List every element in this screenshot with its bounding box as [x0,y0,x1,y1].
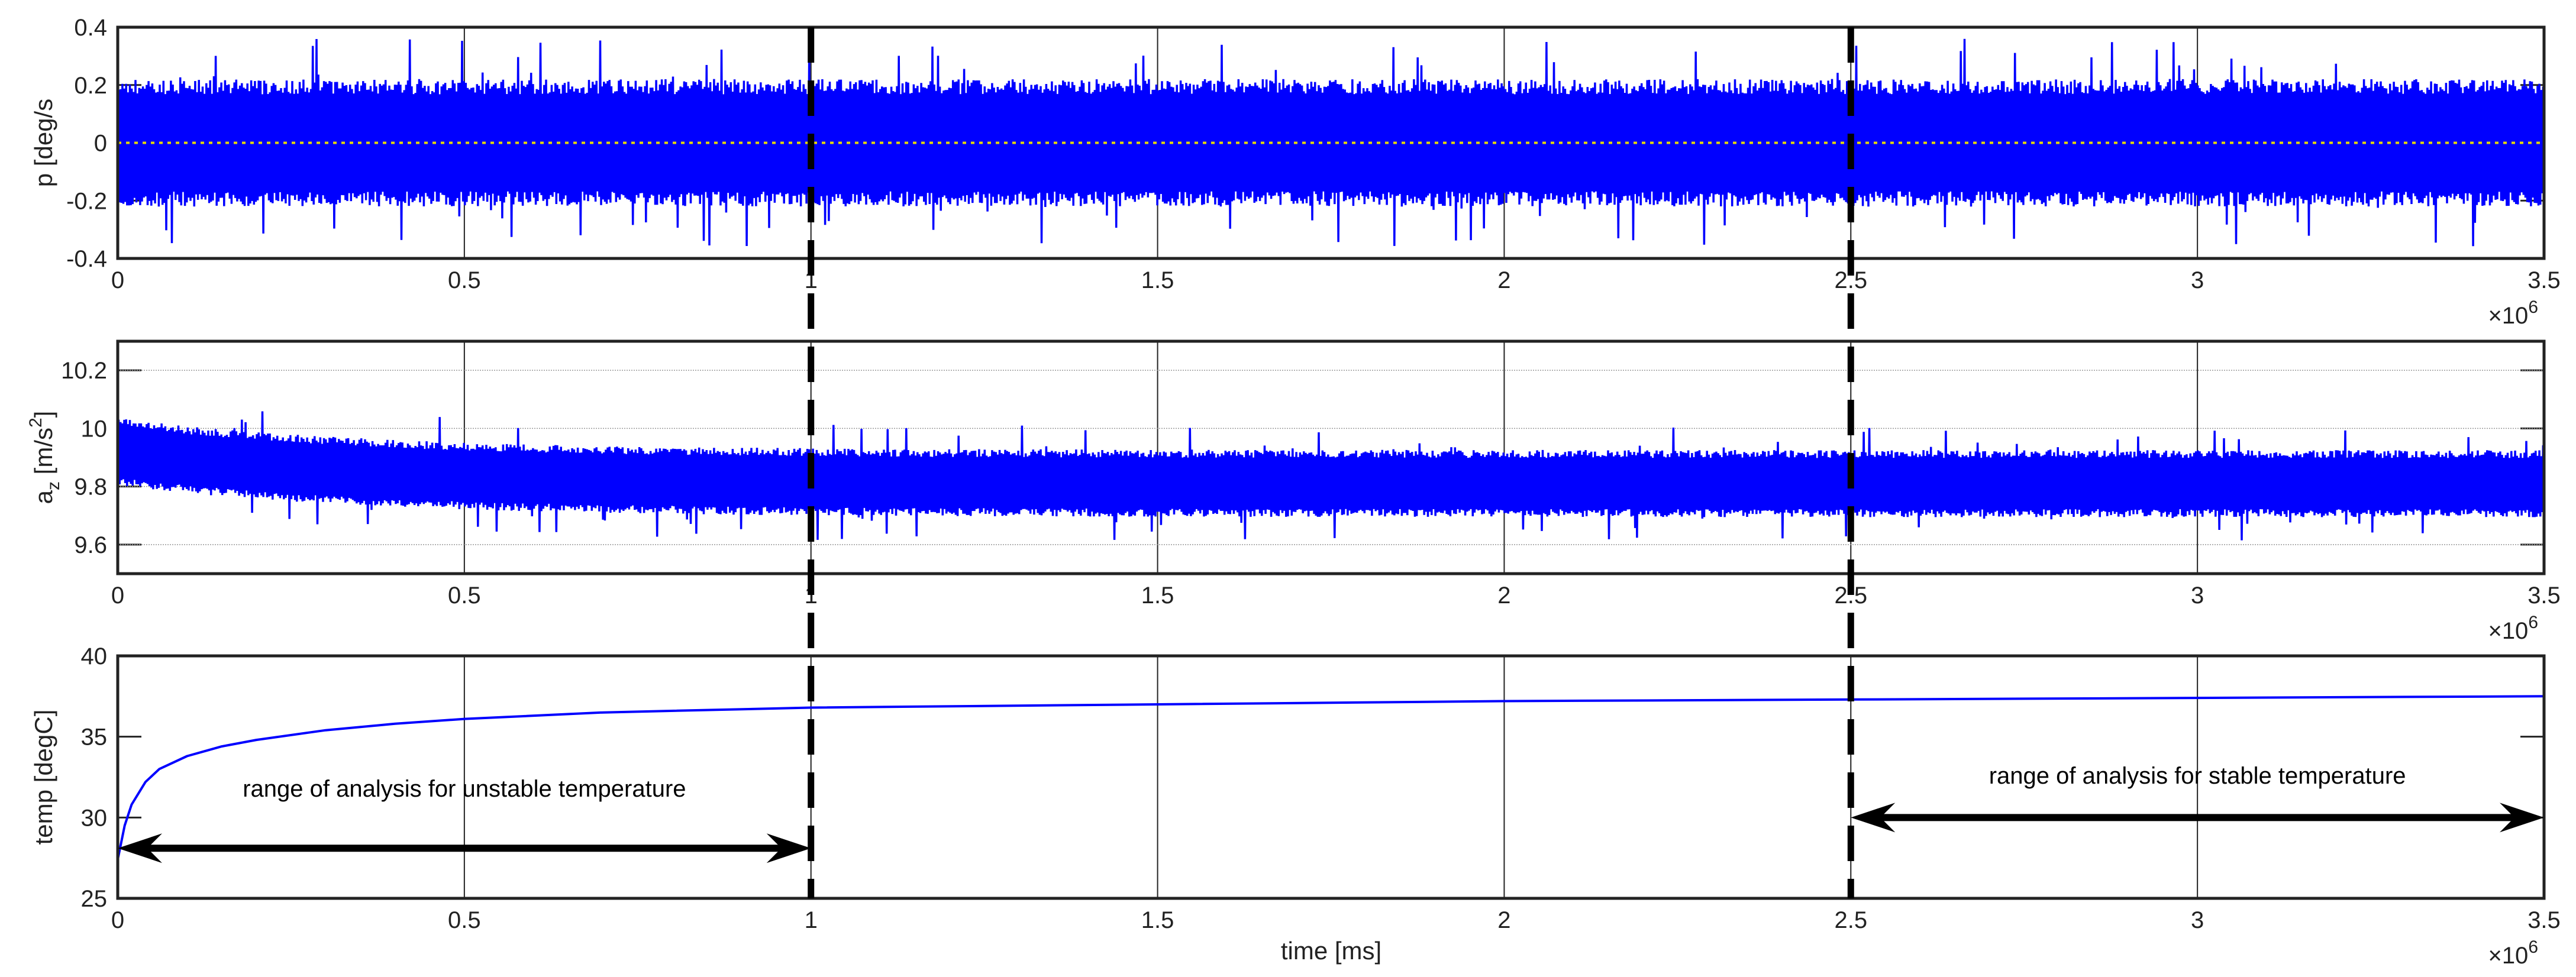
x-tick-label: 3 [2191,267,2204,293]
y-tick-label: 0.4 [74,15,107,41]
x-tick-label: 2 [1497,907,1510,933]
x-tick-label: 0.5 [448,267,481,293]
x-tick-label: 3.5 [2527,267,2561,293]
y-tick-label: 9.6 [74,532,107,558]
annotation-text: range of analysis for stable temperature [1989,763,2406,789]
y-tick-label: 9.8 [74,474,107,500]
x-tick-label: 0 [111,583,124,609]
x-axis-label: time [ms] [1281,937,1381,965]
x-tick-label: 3 [2191,583,2204,609]
x-tick-label: 3 [2191,907,2204,933]
y-tick-label: 25 [81,886,108,912]
x-multiplier-label: ×106 [2488,937,2538,969]
x-tick-label: 1 [805,907,818,933]
x-multiplier-label: ×106 [2488,297,2538,329]
x-tick-label: 2.5 [1834,907,1867,933]
y-tick-label: 35 [81,724,108,750]
y-tick-label: 0 [94,131,107,157]
x-tick-label: 3.5 [2527,907,2561,933]
y-axis-label: p [deg/s [30,99,57,187]
panel-temp: 0 0.5 1 1.5 2 2.5 3 3.5 40 35 30 25 ×106 temp [degC] r… [30,643,2561,969]
y-tick-label: 30 [81,805,108,831]
x-tick-label: 0.5 [448,583,481,609]
x-tick-label: 2 [1497,267,1510,293]
x-tick-label: 2 [1497,583,1510,609]
y-tick-label: 0.2 [74,73,107,99]
x-tick-label: 1.5 [1141,267,1174,293]
annotation-text: range of analysis for unstable temperatu… [243,776,686,802]
y-tick-label: 10 [81,416,108,442]
x-tick-label: 0 [111,907,124,933]
x-multiplier-label: ×106 [2488,613,2538,644]
x-tick-label: 1.5 [1141,583,1174,609]
y-tick-label: 10.2 [61,358,107,384]
x-tick-label: 0 [111,267,124,293]
x-tick-label: 0.5 [448,907,481,933]
x-tick-label: 1.5 [1141,907,1174,933]
y-axis-label: temp [degC] [30,710,57,845]
y-tick-label: -0.2 [66,188,107,214]
figure: 0 0.5 1 1.5 2 2.5 3 3.5 0.4 0.2 0 -0.2 -0.4 ×106 p [de… [26,15,2561,969]
x-tick-label: 3.5 [2527,583,2561,609]
series-a_z [117,411,2545,541]
y-tick-label: -0.4 [66,246,107,272]
series-p [117,38,2545,247]
y-axis-label: az [m/s2] [26,411,63,504]
y-tick-label: 40 [81,643,108,669]
panel-p: 0 0.5 1 1.5 2 2.5 3 3.50.40.20-0.2-0.4×106p [de… [30,15,2561,329]
panel-az: 0 0.5 1 1.5 2 2.5 3 3.510.2109.89.6×106az [m/s2… [26,339,2561,644]
